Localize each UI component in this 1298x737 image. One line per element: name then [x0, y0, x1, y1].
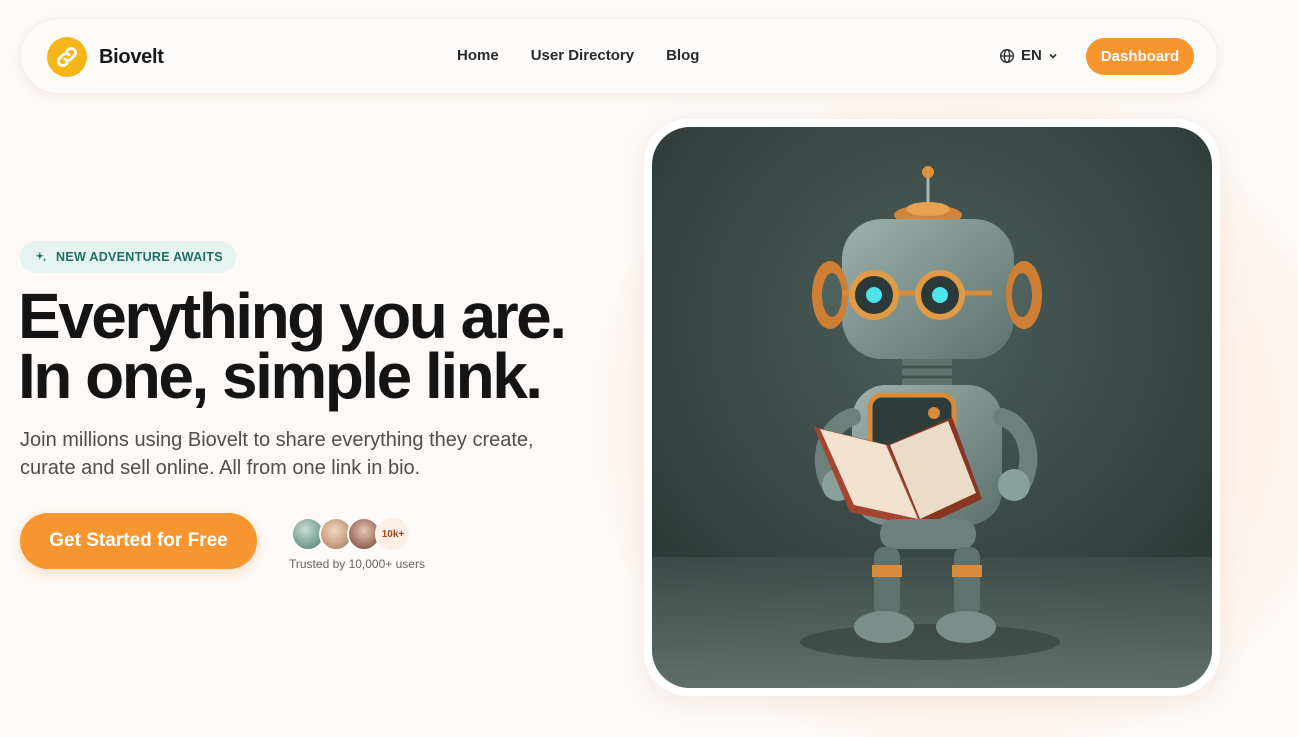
main-nav: Home User Directory Blog: [457, 47, 699, 64]
top-navbar: Biovelt Home User Directory Blog EN Dash…: [20, 18, 1218, 94]
language-label: EN: [1021, 47, 1042, 64]
announcement-badge: NEW ADVENTURE AWAITS: [20, 241, 236, 273]
user-avatars: 10k+: [291, 516, 411, 552]
language-selector[interactable]: EN: [999, 47, 1058, 64]
chain-link-icon: [47, 37, 87, 77]
headline-line-2: In one, simple link.: [18, 340, 543, 412]
hero-image: [652, 127, 1212, 688]
globe-icon: [1000, 48, 1014, 63]
nav-link-user-directory[interactable]: User Directory: [531, 47, 634, 64]
trust-text: Trusted by 10,000+ users: [289, 557, 425, 571]
robot-reading-illustration: [652, 127, 1212, 688]
brand[interactable]: Biovelt: [47, 37, 164, 77]
nav-link-blog[interactable]: Blog: [666, 47, 699, 64]
badge-text: NEW ADVENTURE AWAITS: [56, 250, 223, 264]
chevron-down-icon: [1049, 53, 1057, 59]
dashboard-button[interactable]: Dashboard: [1086, 38, 1194, 75]
landing-page: Biovelt Home User Directory Blog EN Dash…: [0, 0, 1298, 737]
sparkle-icon: [35, 251, 47, 262]
users-count-badge: 10k+: [375, 516, 411, 552]
get-started-button[interactable]: Get Started for Free: [20, 513, 257, 569]
nav-link-home[interactable]: Home: [457, 47, 499, 64]
hero-subtext: Join millions using Biovelt to share eve…: [20, 429, 534, 479]
brand-name: Biovelt: [99, 45, 164, 68]
hero-headline: Everything you are. In one, simple link.: [18, 284, 618, 408]
